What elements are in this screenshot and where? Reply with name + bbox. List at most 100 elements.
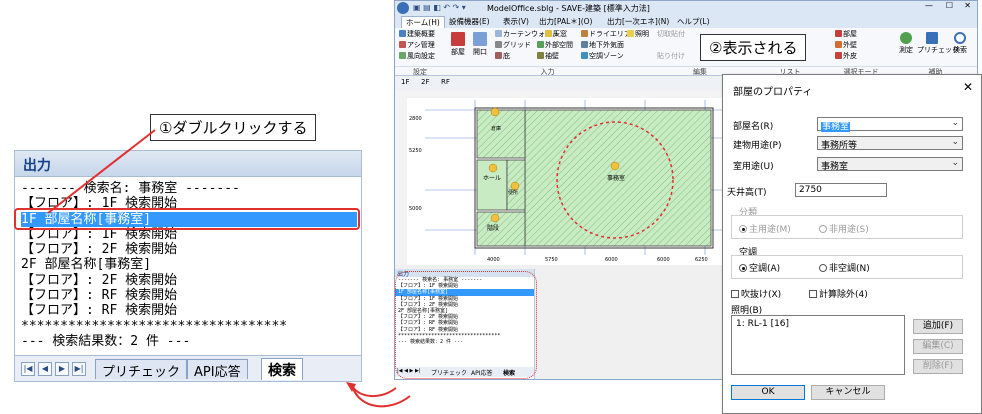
ribbon-tab-help[interactable]: ヘルプ(L)	[673, 16, 714, 28]
ribbon-measure[interactable]: 測定	[897, 32, 915, 55]
dim-label: 5250	[409, 148, 422, 154]
left-ruler	[395, 90, 407, 265]
ribbon-precheck[interactable]: プリチェック	[917, 32, 959, 55]
ribbon-tab-home[interactable]: ホーム(H)	[401, 16, 445, 28]
minimize-icon[interactable]: —	[925, 1, 933, 10]
ac-off-radio[interactable]: 非空調(N)	[819, 261, 870, 274]
ribbon-tab-view[interactable]: 表示(V)	[499, 16, 533, 28]
quick-access-toolbar[interactable]: ▣ ▤ ◧ ↶ ↷ ▾	[413, 3, 466, 12]
room-use-combo[interactable]: 事務室 ⌄	[817, 157, 963, 172]
main-use-radio[interactable]: 主用途(M)	[739, 222, 791, 235]
ribbon-list-wall[interactable]: 外壁	[835, 41, 857, 50]
chevron-down-icon[interactable]: ⌄	[951, 158, 959, 168]
ac-zone-icon	[581, 52, 588, 59]
ribbon-list-envelope[interactable]: 外皮	[835, 52, 857, 61]
close-icon[interactable]: ✕	[964, 1, 971, 10]
dim-label: 6250	[695, 257, 708, 263]
ribbon-opening[interactable]: 開口	[471, 32, 489, 57]
ribbon-building-overview[interactable]: 建築概要	[399, 30, 435, 39]
ok-button[interactable]: OK	[731, 385, 805, 400]
ribbon-tab-output-pal[interactable]: 出力[PAL＊](O)	[535, 16, 596, 28]
window-title: ModelOffice.sblg - SAVE-建築 [標準入力法]	[487, 4, 650, 13]
floor-tab-2f[interactable]: 2F	[421, 78, 429, 86]
room-properties-dialog: 部屋のプロパティ ✕ 部屋名(R) 事務室 ⌄ 建物用途(P) 事務所等 ⌄ 室…	[722, 74, 982, 414]
ribbon-side-wall[interactable]: 袖壁	[537, 52, 559, 61]
building-use-value: 事務所等	[821, 141, 858, 151]
ribbon-underground[interactable]: 地下外気面	[581, 41, 624, 50]
ac-on-radio[interactable]: 空調(A)	[739, 261, 780, 274]
edit-button[interactable]: 編集(C)	[913, 339, 963, 354]
lighting-list-item[interactable]: 1: RL-1 [16]	[732, 316, 904, 332]
ribbon-external-space[interactable]: 外部空間	[537, 41, 573, 50]
cancel-button[interactable]: キャンセル	[811, 385, 885, 400]
checkbox-icon	[809, 290, 817, 298]
room-list-icon	[835, 30, 842, 37]
ribbon-tab-equipment[interactable]: 設備機器(E)	[445, 16, 494, 28]
room-label-hall: ホール	[483, 175, 501, 182]
ribbon-wind-setting[interactable]: 風向設定	[399, 52, 435, 61]
side-wall-icon	[537, 52, 544, 59]
ribbon-search[interactable]: 検索	[949, 32, 971, 55]
ribbon-list-room[interactable]: 部屋	[835, 30, 857, 39]
ribbon-tab-output-energy[interactable]: 出力[一次エネ](N)	[603, 16, 673, 28]
ribbon-group-input: 入力	[445, 66, 650, 76]
app-logo-icon	[397, 2, 409, 14]
chevron-down-icon[interactable]: ⌄	[951, 118, 959, 128]
ribbon-paste[interactable]: 貼り付け	[657, 52, 685, 61]
room-icon	[451, 32, 465, 46]
wind-icon	[399, 52, 406, 59]
ribbon-grid[interactable]: グリッド	[495, 41, 531, 50]
lighting-icon	[627, 30, 634, 37]
curve-arrow	[351, 385, 397, 397]
ceiling-height-input[interactable]: 2750	[795, 183, 887, 197]
callout-shown: ②表示される	[700, 34, 807, 61]
ribbon-eave[interactable]: 庇	[495, 52, 510, 61]
dim-label: 4000	[487, 257, 500, 263]
non-use-radio[interactable]: 非用途(S)	[819, 222, 869, 235]
room-use-value: 事務室	[821, 162, 849, 172]
room-label-storage: 倉庫	[491, 125, 501, 132]
room-marker-icon	[490, 107, 500, 117]
checkbox-icon	[731, 290, 739, 298]
stair-room-shape	[476, 211, 526, 247]
floor-tab-1f[interactable]: 1F	[401, 78, 409, 86]
ribbon-ashi-manage[interactable]: アシ管理	[399, 41, 435, 50]
manage-icon	[399, 41, 406, 48]
building-icon	[399, 30, 406, 37]
external-space-icon	[537, 41, 544, 48]
room-marker-icon	[490, 213, 500, 223]
fukinuke-checkbox[interactable]: 吹抜け(X)	[731, 287, 781, 300]
dialog-close-icon[interactable]: ✕	[963, 80, 973, 94]
building-use-label: 建物用途(P)	[733, 141, 782, 151]
ribbon-lighting[interactable]: 照明	[627, 30, 649, 39]
floor-tab-rf[interactable]: RF	[441, 78, 450, 86]
maximize-icon[interactable]: ☐	[946, 1, 953, 10]
ribbon-room[interactable]: 部屋	[449, 32, 467, 57]
room-label-toilet: 便所	[508, 189, 518, 196]
lighting-list[interactable]: 1: RL-1 [16]	[731, 315, 905, 375]
ribbon-dry-area[interactable]: ドライエリア	[581, 30, 631, 39]
dialog-title: 部屋のプロパティ	[733, 87, 813, 98]
skylight-icon	[545, 30, 552, 37]
add-button[interactable]: 追加(F)	[913, 319, 963, 334]
building-use-combo[interactable]: 事務所等 ⌄	[817, 136, 963, 151]
room-shape	[476, 109, 526, 159]
room-name-value: 事務室	[821, 122, 851, 132]
chevron-down-icon[interactable]: ⌄	[951, 137, 959, 147]
ribbon-cut-paste[interactable]: 切取貼付	[657, 30, 685, 39]
delete-button[interactable]: 削除(F)	[913, 359, 963, 374]
radio-icon	[819, 225, 827, 233]
ribbon-skylight[interactable]: 天窓	[545, 30, 567, 39]
callout1-pointer	[47, 129, 156, 214]
title-bar: ▣ ▤ ◧ ↶ ↷ ▾ ModelOffice.sblg - SAVE-建築 […	[395, 1, 977, 15]
opening-icon	[473, 32, 487, 46]
ribbon-ac-zone[interactable]: 空調ゾーン	[581, 52, 624, 61]
room-marker-icon	[610, 161, 620, 171]
room-use-label: 室用途(U)	[733, 162, 774, 172]
calc-exclude-checkbox[interactable]: 計算除外(4)	[809, 287, 868, 300]
mini-panel-highlight	[395, 271, 537, 379]
room-name-combo[interactable]: 事務室 ⌄	[817, 117, 963, 132]
grid-icon	[495, 41, 502, 48]
precheck-icon	[926, 32, 938, 44]
room-marker-icon	[488, 163, 498, 173]
